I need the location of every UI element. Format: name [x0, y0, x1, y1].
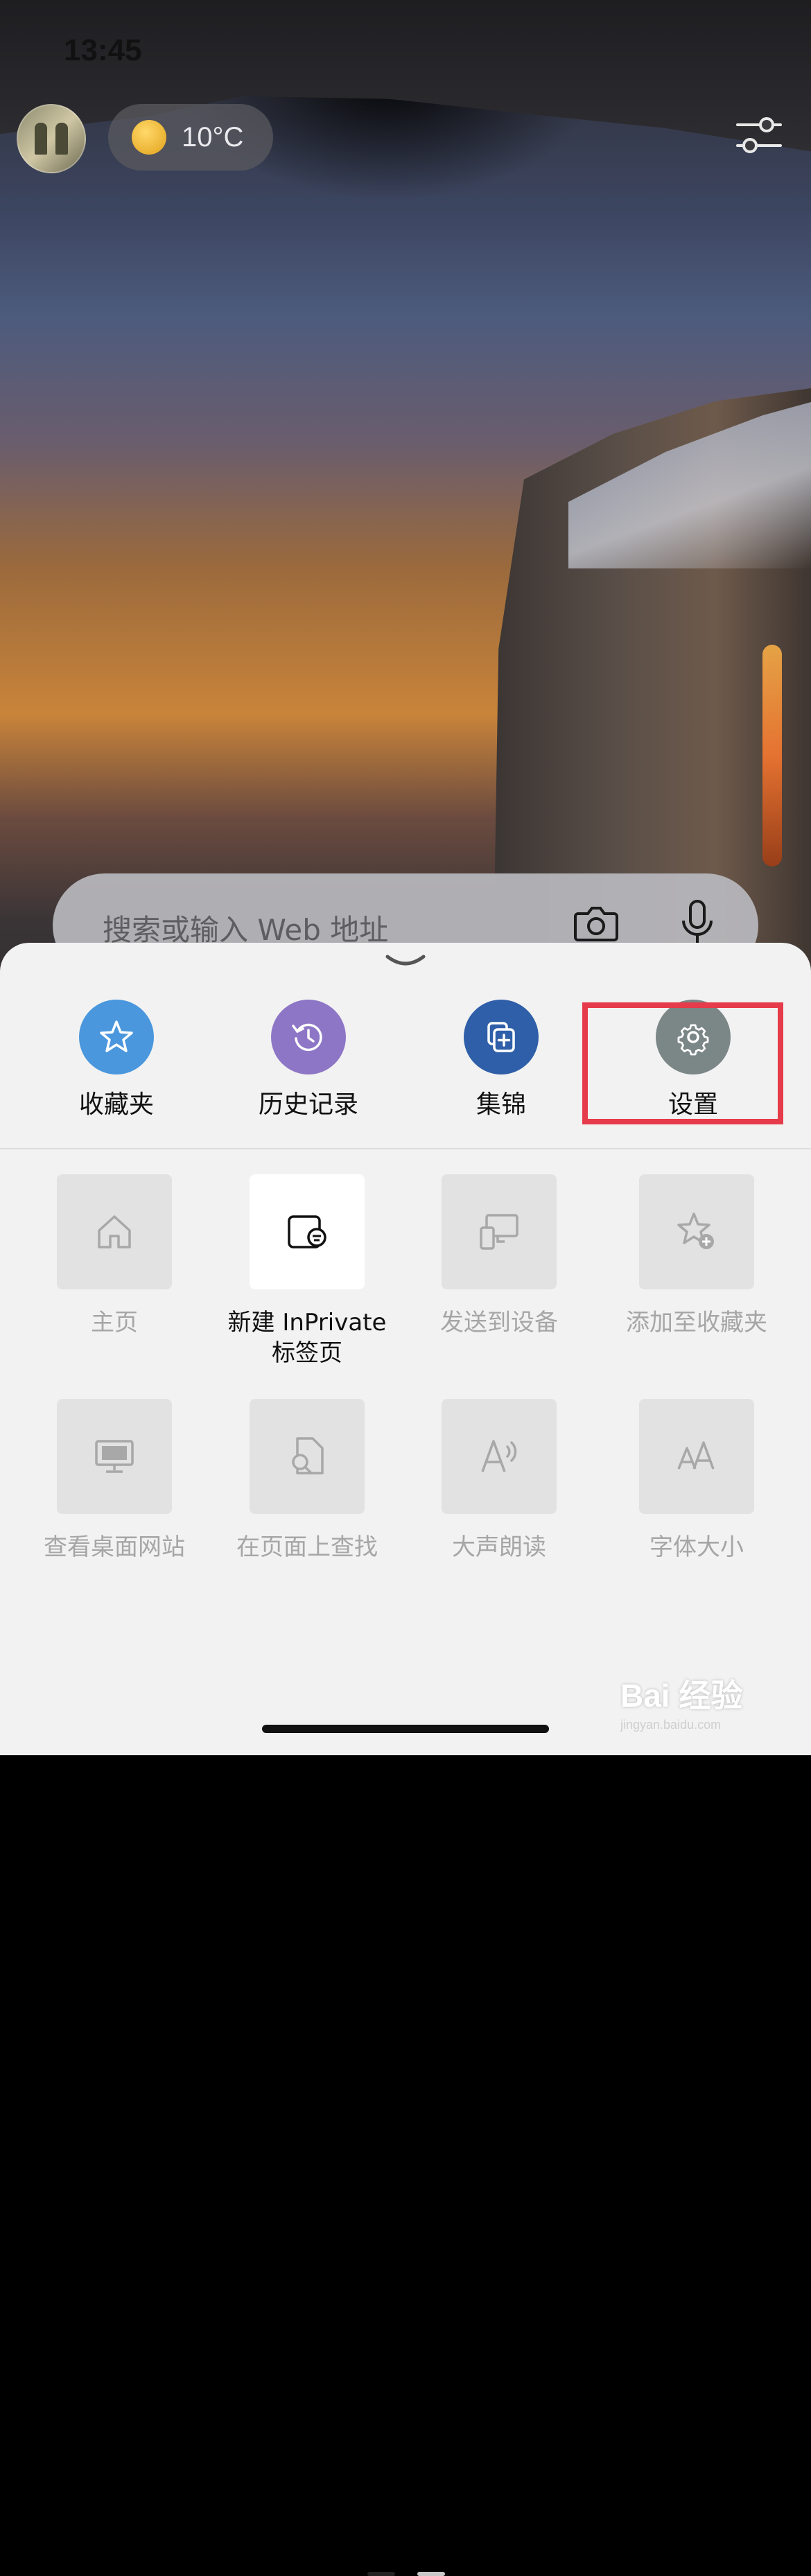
avatar-figure: [35, 123, 47, 155]
inprivate-tab-icon: [250, 1174, 365, 1289]
font-size-icon: [639, 1399, 754, 1514]
sheet-handle-icon[interactable]: [383, 951, 428, 972]
desktop-site-label: 查看桌面网站: [44, 1533, 185, 1561]
find-on-page-label: 在页面上查找: [236, 1533, 378, 1561]
watermark-sub: jingyan.baidu.com: [620, 1718, 722, 1732]
microphone-icon[interactable]: [677, 898, 718, 947]
settings-highlight-box: [582, 1002, 783, 1124]
add-favorite-icon: [639, 1174, 754, 1289]
find-on-page-tile[interactable]: 在页面上查找: [224, 1399, 390, 1563]
menu-divider: [0, 1148, 811, 1149]
home-label: 主页: [91, 1309, 138, 1337]
send-to-device-icon: [442, 1174, 557, 1289]
avatar-figure: [55, 123, 68, 155]
new-inprivate-tab-label-line2: 标签页: [272, 1339, 342, 1367]
collections-label: 集锦: [476, 1090, 526, 1119]
watermark-main: Bai 经验: [620, 1678, 743, 1714]
send-to-device-label: 发送到设备: [440, 1309, 558, 1337]
favorites-button[interactable]: 收藏夹: [40, 1000, 193, 1120]
history-label: 历史记录: [258, 1090, 358, 1119]
weather-temperature: 10°C: [182, 121, 244, 153]
new-inprivate-tab-label: 新建 InPrivate: [227, 1309, 387, 1337]
weather-widget[interactable]: 10°C: [108, 104, 273, 171]
wallpaper-firefall: [762, 645, 782, 867]
pager-dot-active[interactable]: [367, 2572, 395, 2576]
sun-icon: [132, 120, 166, 155]
collections-button[interactable]: 集锦: [425, 1000, 577, 1120]
status-time: 13:45: [64, 33, 142, 67]
font-size-label: 字体大小: [649, 1533, 744, 1561]
desktop-site-tile[interactable]: 查看桌面网站: [31, 1399, 198, 1563]
find-on-page-icon: [250, 1399, 365, 1514]
desktop-site-icon: [57, 1399, 172, 1514]
read-aloud-icon: [442, 1399, 557, 1514]
font-size-tile[interactable]: 字体大小: [613, 1399, 780, 1563]
pager-dot[interactable]: [417, 2572, 445, 2576]
collections-icon: [464, 1000, 539, 1074]
bottom-menu-sheet: 收藏夹 历史记录 集锦 设置 主页 新建 InPrivate 标签页 发送到设备…: [0, 943, 811, 2576]
home-tile[interactable]: 主页: [31, 1174, 198, 1338]
new-inprivate-tab-tile[interactable]: 新建 InPrivate 标签页: [224, 1174, 390, 1368]
favorites-label: 收藏夹: [78, 1090, 154, 1119]
home-indicator[interactable]: [262, 1725, 549, 1733]
star-icon: [79, 1000, 154, 1074]
add-to-favorites-tile[interactable]: 添加至收藏夹: [613, 1174, 780, 1338]
read-aloud-tile[interactable]: 大声朗读: [416, 1399, 582, 1563]
baidu-watermark: Bai 经验 jingyan.baidu.com: [620, 1671, 787, 1740]
history-icon: [271, 1000, 346, 1074]
add-to-favorites-label: 添加至收藏夹: [626, 1309, 767, 1337]
read-aloud-label: 大声朗读: [452, 1533, 546, 1561]
camera-icon[interactable]: [574, 904, 618, 943]
page-settings-icon[interactable]: [735, 114, 783, 158]
home-icon: [57, 1174, 172, 1289]
history-button[interactable]: 历史记录: [232, 1000, 385, 1120]
send-to-device-tile[interactable]: 发送到设备: [416, 1174, 582, 1338]
profile-avatar[interactable]: [17, 104, 86, 173]
